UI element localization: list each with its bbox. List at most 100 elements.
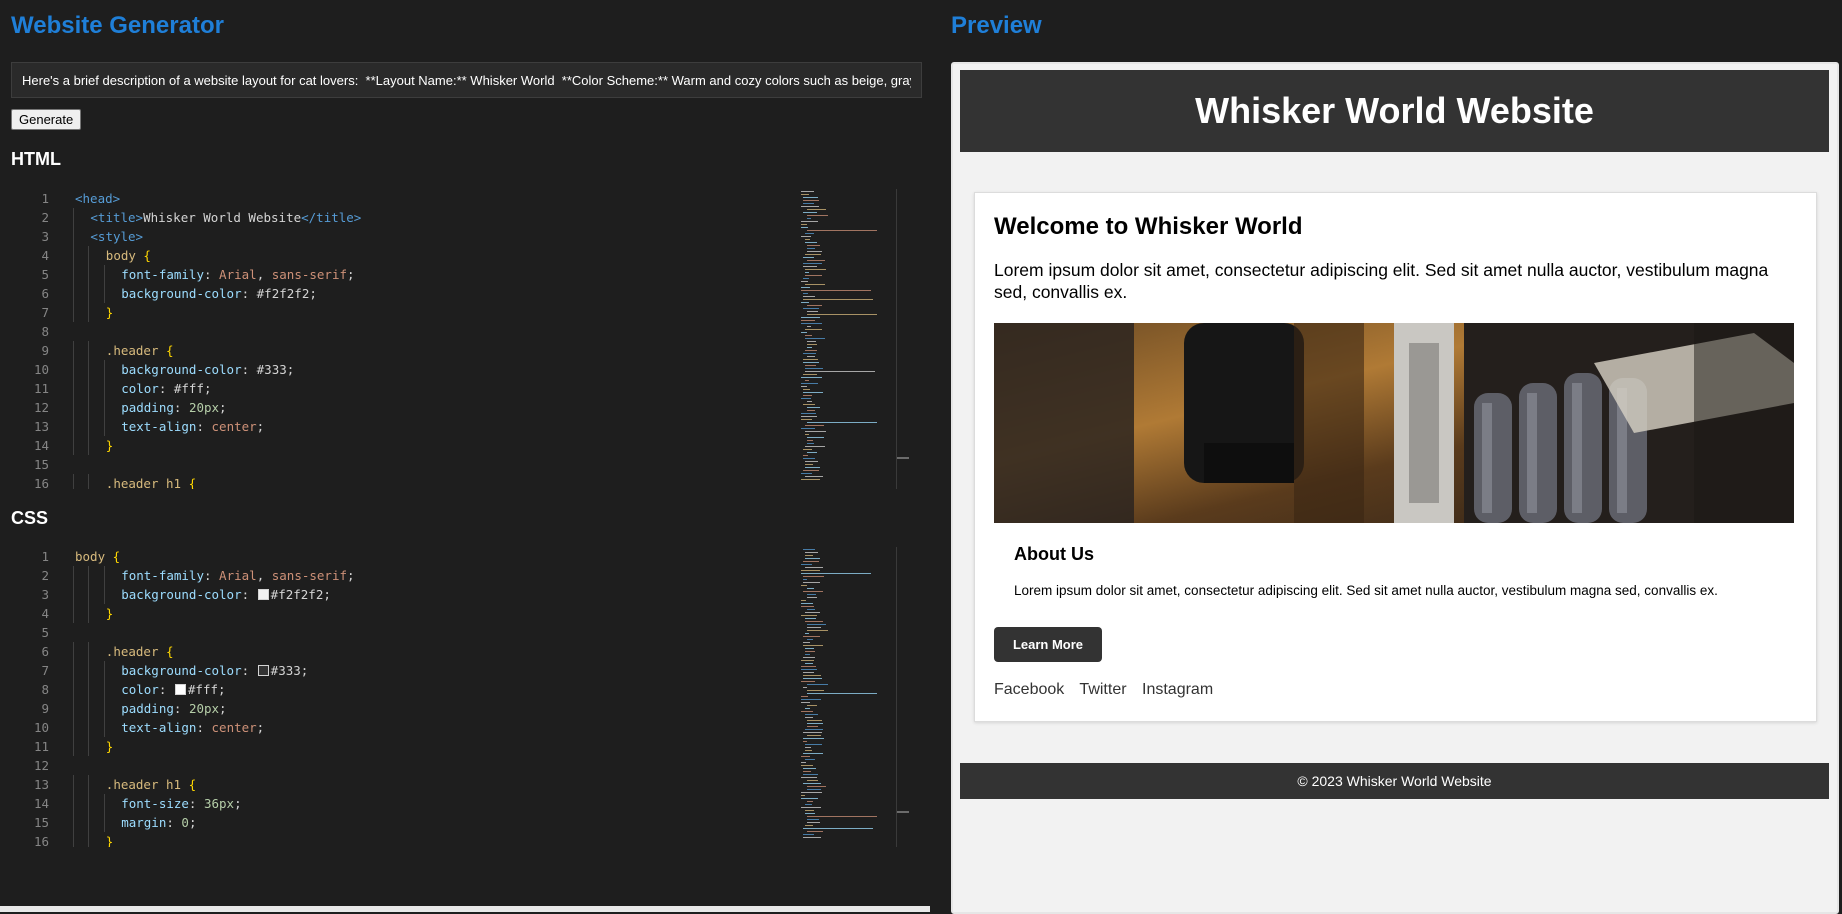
indent-guide [73,284,74,303]
minimap-line [807,407,820,408]
indent-guide [103,265,105,284]
minimap-line [801,696,808,697]
minimap-line [807,443,814,444]
minimap-line [801,290,871,291]
minimap-line [803,203,814,204]
minimap-line [803,741,807,742]
minimap-line [805,729,823,730]
scrollbar-thumb[interactable] [897,457,909,459]
indent-guide [88,813,90,832]
line-number: 13 [33,777,49,792]
code-line: 4} [11,604,801,623]
color-swatch[interactable] [257,589,269,600]
code-line: 13 text-align: center; [11,417,801,436]
instagram-link[interactable]: Instagram [1142,681,1213,698]
code-token: : [196,720,212,735]
line-number: 11 [33,381,49,396]
scrollbar-thumb[interactable] [897,811,909,813]
code-token: #333; [270,663,309,678]
minimap-line [803,404,815,405]
minimap-line [803,395,812,396]
code-token: <title> [90,210,144,225]
generate-button[interactable]: Generate [11,109,82,130]
line-number: 7 [41,663,49,678]
indent-guide [88,585,90,604]
about-text: Lorem ipsum dolor sit amet, consectetur … [1014,583,1718,598]
minimap-line [805,284,825,285]
minimap-line [805,648,814,649]
minimap-line [803,738,824,739]
minimap-line [801,606,814,607]
html-code-editor[interactable]: 1 <head> 2 <title>Whisker World Website</ti… [11,189,911,489]
line-number: 3 [41,229,49,244]
minimap-line [807,410,815,411]
minimap-line [801,666,816,667]
minimap-line [807,780,818,781]
code-line: 2 <title>Whisker World Website</title> [11,208,801,227]
indent-guide [73,566,74,585]
prompt-input[interactable] [11,62,922,98]
generator-panel: Website Generator Generate HTML 1 <head> 2… [0,0,940,912]
minimap-line [805,654,810,655]
line-number: 1 [41,191,49,206]
minimap-line [807,786,826,787]
line-number: 12 [33,758,49,773]
code-text: .header { [106,341,174,360]
code-token: } [105,606,114,621]
twitter-link[interactable]: Twitter [1079,681,1126,698]
code-text: padding: 20px; [121,699,226,718]
code-token: } [105,305,114,320]
minimap-line [801,428,815,429]
code-line: 6 background-color: #f2f2f2; [11,284,801,303]
learn-more-button[interactable]: Learn More [994,627,1102,662]
minimap-line [807,594,816,595]
indent-guide [88,699,90,718]
line-number: 14 [33,796,49,811]
minimap-line [801,383,818,384]
code-token: Arial [219,568,257,583]
code-line: 1 <head> [11,189,801,208]
indent-guide [73,246,74,265]
line-number: 15 [33,815,49,830]
horizontal-scrollbar[interactable] [0,906,930,912]
indent-guide [88,661,90,680]
minimap-line [803,257,814,258]
minimap-line [807,789,821,790]
minimap[interactable] [801,547,901,847]
indent-guide [73,360,74,379]
code-token: background-color [121,663,242,678]
indent-guide [88,246,90,265]
minimap-line [801,798,818,799]
minimap-line [805,810,814,811]
facebook-link[interactable]: Facebook [994,681,1064,698]
color-swatch[interactable] [174,684,186,695]
minimap-line [803,296,815,297]
css-code-editor[interactable]: 1 body {2 font-family: Arial, sans-serif; 3… [11,547,911,847]
indent-guide [73,642,74,661]
code-token: } [105,438,114,453]
code-text: font-family: Arial, sans-serif; [121,265,354,284]
minimap-line [807,627,821,628]
code-line: 12 [11,756,801,775]
minimap-line [801,317,820,318]
code-token: <style> [90,229,144,244]
minimap-line [807,624,826,625]
code-text: background-color: #333; [121,661,308,680]
minimap-line [805,552,818,553]
color-swatch[interactable] [257,665,269,676]
code-line: 13 .header h1 { [11,775,801,794]
editor-scrollbar[interactable] [896,547,897,847]
code-token: center [211,720,257,735]
indent-guide [88,341,90,360]
code-text: } [106,737,114,756]
minimap-line [805,272,809,273]
code-token: { [135,248,151,263]
minimap-line [801,765,813,766]
code-text: background-color: #f2f2f2; [121,585,331,604]
minimap-line [803,732,822,733]
minimap-line [807,248,815,249]
editor-scrollbar[interactable] [896,189,897,489]
minimap-line [803,579,807,580]
minimap[interactable] [801,189,901,489]
minimap-line [801,585,807,586]
